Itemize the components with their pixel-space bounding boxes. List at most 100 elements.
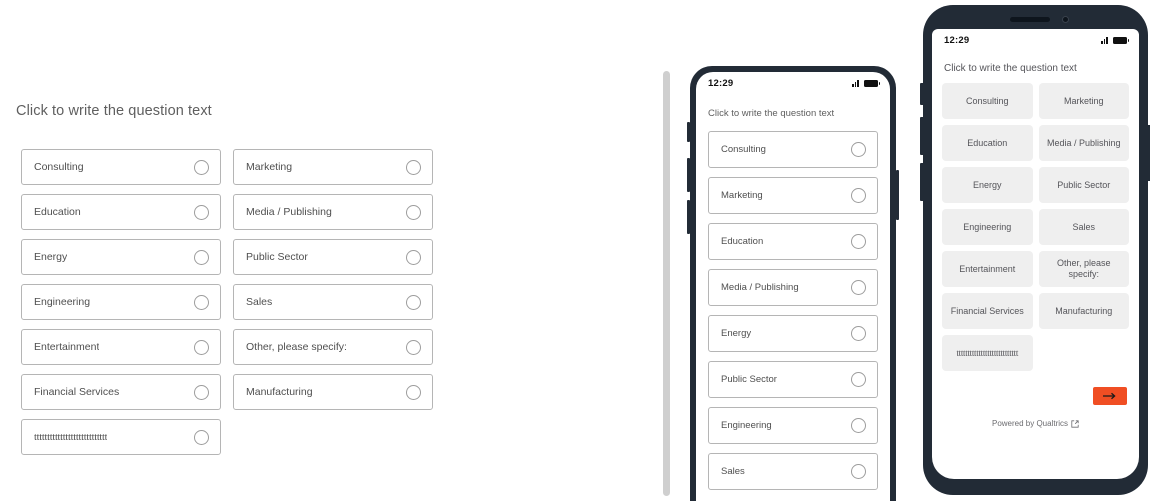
- option-label: Energy: [721, 328, 752, 339]
- tile-option[interactable]: Media / Publishing: [1038, 125, 1129, 161]
- option-card[interactable]: Education: [21, 194, 221, 230]
- option-card[interactable]: Education: [708, 223, 878, 260]
- radio-icon[interactable]: [851, 418, 866, 433]
- battery-icon: [1113, 37, 1129, 44]
- radio-icon[interactable]: [406, 249, 421, 265]
- radio-icon[interactable]: [194, 204, 209, 220]
- tile-label: Sales: [1072, 221, 1095, 232]
- option-card[interactable]: Energy: [21, 239, 221, 275]
- tile-grid: Consulting Marketing Education Media / P…: [942, 83, 1129, 371]
- radio-icon[interactable]: [851, 142, 866, 157]
- radio-icon[interactable]: [194, 429, 209, 445]
- option-card[interactable]: Entertainment: [21, 329, 221, 365]
- tile-option[interactable]: Education: [942, 125, 1033, 161]
- phone-side-button-mute[interactable]: [687, 122, 690, 142]
- tile-option[interactable]: Public Sector: [1038, 167, 1129, 203]
- phone-side-button-power[interactable]: [896, 170, 899, 220]
- radio-icon[interactable]: [851, 188, 866, 203]
- option-card[interactable]: Manufacturing: [233, 374, 433, 410]
- option-card[interactable]: Energy: [708, 315, 878, 352]
- phone-side-button-volume-up[interactable]: [920, 117, 924, 155]
- option-card[interactable]: Consulting: [21, 149, 221, 185]
- tile-option[interactable]: Energy: [942, 167, 1033, 203]
- radio-icon[interactable]: [406, 204, 421, 220]
- radio-icon[interactable]: [194, 159, 209, 175]
- tile-label: Consulting: [965, 95, 1009, 106]
- option-label: tttttttttttttttttttttttttttt: [34, 431, 108, 443]
- tile-option[interactable]: Marketing: [1038, 83, 1129, 119]
- tile-option[interactable]: Entertainment: [942, 251, 1033, 287]
- phone-side-button-mute[interactable]: [920, 83, 924, 105]
- option-card[interactable]: Engineering: [21, 284, 221, 320]
- option-card[interactable]: Public Sector: [708, 361, 878, 398]
- mobile-question-text[interactable]: Click to write the question text: [944, 63, 1129, 74]
- option-label: Engineering: [34, 296, 91, 308]
- phone-preview-full: 12:29 Click to write the question text C…: [920, 5, 1150, 495]
- phone-side-button-volume-down[interactable]: [920, 163, 924, 201]
- phone-side-button-volume-up[interactable]: [687, 158, 690, 192]
- radio-icon[interactable]: [194, 294, 209, 310]
- status-icons: [852, 79, 880, 87]
- tile-option[interactable]: tttttttttttttttttttttttttttt: [942, 335, 1033, 371]
- tile-label: Engineering: [963, 221, 1012, 232]
- tile-option[interactable]: Manufacturing: [1038, 293, 1129, 329]
- radio-icon[interactable]: [194, 384, 209, 400]
- option-card[interactable]: Marketing: [233, 149, 433, 185]
- option-card[interactable]: Media / Publishing: [708, 269, 878, 306]
- option-card[interactable]: Other, please specify:: [233, 329, 433, 365]
- desktop-options-grid: Consulting Marketing Education Media / P…: [21, 149, 433, 455]
- option-card[interactable]: Consulting: [708, 131, 878, 168]
- radio-icon[interactable]: [406, 384, 421, 400]
- option-card[interactable]: tttttttttttttttttttttttttttt: [21, 419, 221, 455]
- phone-screen: 12:29 Click to write the question text C…: [932, 29, 1139, 479]
- tile-option[interactable]: Engineering: [942, 209, 1033, 245]
- screenshot-stage: Click to write the question text Consult…: [0, 0, 1150, 501]
- tile-label: tttttttttttttttttttttttttttt: [956, 347, 1019, 358]
- desktop-question-text[interactable]: Click to write the question text: [16, 103, 212, 119]
- arrow-right-icon: [1103, 392, 1117, 400]
- powered-by-label: Powered by Qualtrics: [991, 419, 1069, 428]
- phone-preview-portrait: 12:29 Click to write the question text C…: [687, 66, 899, 501]
- radio-icon[interactable]: [406, 339, 421, 355]
- status-clock: 12:29: [944, 34, 970, 46]
- option-label: Engineering: [721, 420, 772, 431]
- tile-option[interactable]: Sales: [1038, 209, 1129, 245]
- tile-label: Manufacturing: [1055, 305, 1113, 316]
- tile-label: Media / Publishing: [1046, 137, 1121, 148]
- option-label: Media / Publishing: [721, 282, 799, 293]
- option-card[interactable]: Public Sector: [233, 239, 433, 275]
- option-card[interactable]: Media / Publishing: [233, 194, 433, 230]
- option-label: Entertainment: [34, 341, 100, 353]
- radio-icon[interactable]: [851, 372, 866, 387]
- option-card[interactable]: Sales: [708, 453, 878, 490]
- preview-scrollbar[interactable]: [663, 71, 670, 496]
- tile-label: Financial Services: [950, 305, 1024, 316]
- tile-label: Marketing: [1063, 95, 1104, 106]
- radio-icon[interactable]: [851, 326, 866, 341]
- option-card[interactable]: Marketing: [708, 177, 878, 214]
- phone-screen: 12:29 Click to write the question text C…: [696, 72, 890, 501]
- radio-icon[interactable]: [194, 249, 209, 265]
- battery-icon: [864, 80, 880, 87]
- survey-body-mobile: Click to write the question text Consult…: [696, 94, 890, 490]
- mobile-question-text[interactable]: Click to write the question text: [708, 108, 878, 119]
- tile-option[interactable]: Consulting: [942, 83, 1033, 119]
- radio-icon[interactable]: [851, 280, 866, 295]
- option-card[interactable]: Financial Services: [21, 374, 221, 410]
- footer-powered-by[interactable]: Powered by Qualtrics: [942, 419, 1129, 428]
- phone-side-button-volume-down[interactable]: [687, 200, 690, 234]
- tile-option[interactable]: Financial Services: [942, 293, 1033, 329]
- tile-label: Other, please specify:: [1056, 258, 1111, 279]
- option-card[interactable]: Engineering: [708, 407, 878, 444]
- tile-option[interactable]: Other, please specify:: [1038, 251, 1129, 287]
- radio-icon[interactable]: [851, 464, 866, 479]
- option-label: Sales: [721, 466, 745, 477]
- next-button[interactable]: [1093, 387, 1127, 405]
- option-card[interactable]: Sales: [233, 284, 433, 320]
- radio-icon[interactable]: [194, 339, 209, 355]
- signal-bars-icon: [852, 79, 859, 87]
- radio-icon[interactable]: [406, 159, 421, 175]
- radio-icon[interactable]: [406, 294, 421, 310]
- radio-icon[interactable]: [851, 234, 866, 249]
- status-clock: 12:29: [708, 77, 734, 89]
